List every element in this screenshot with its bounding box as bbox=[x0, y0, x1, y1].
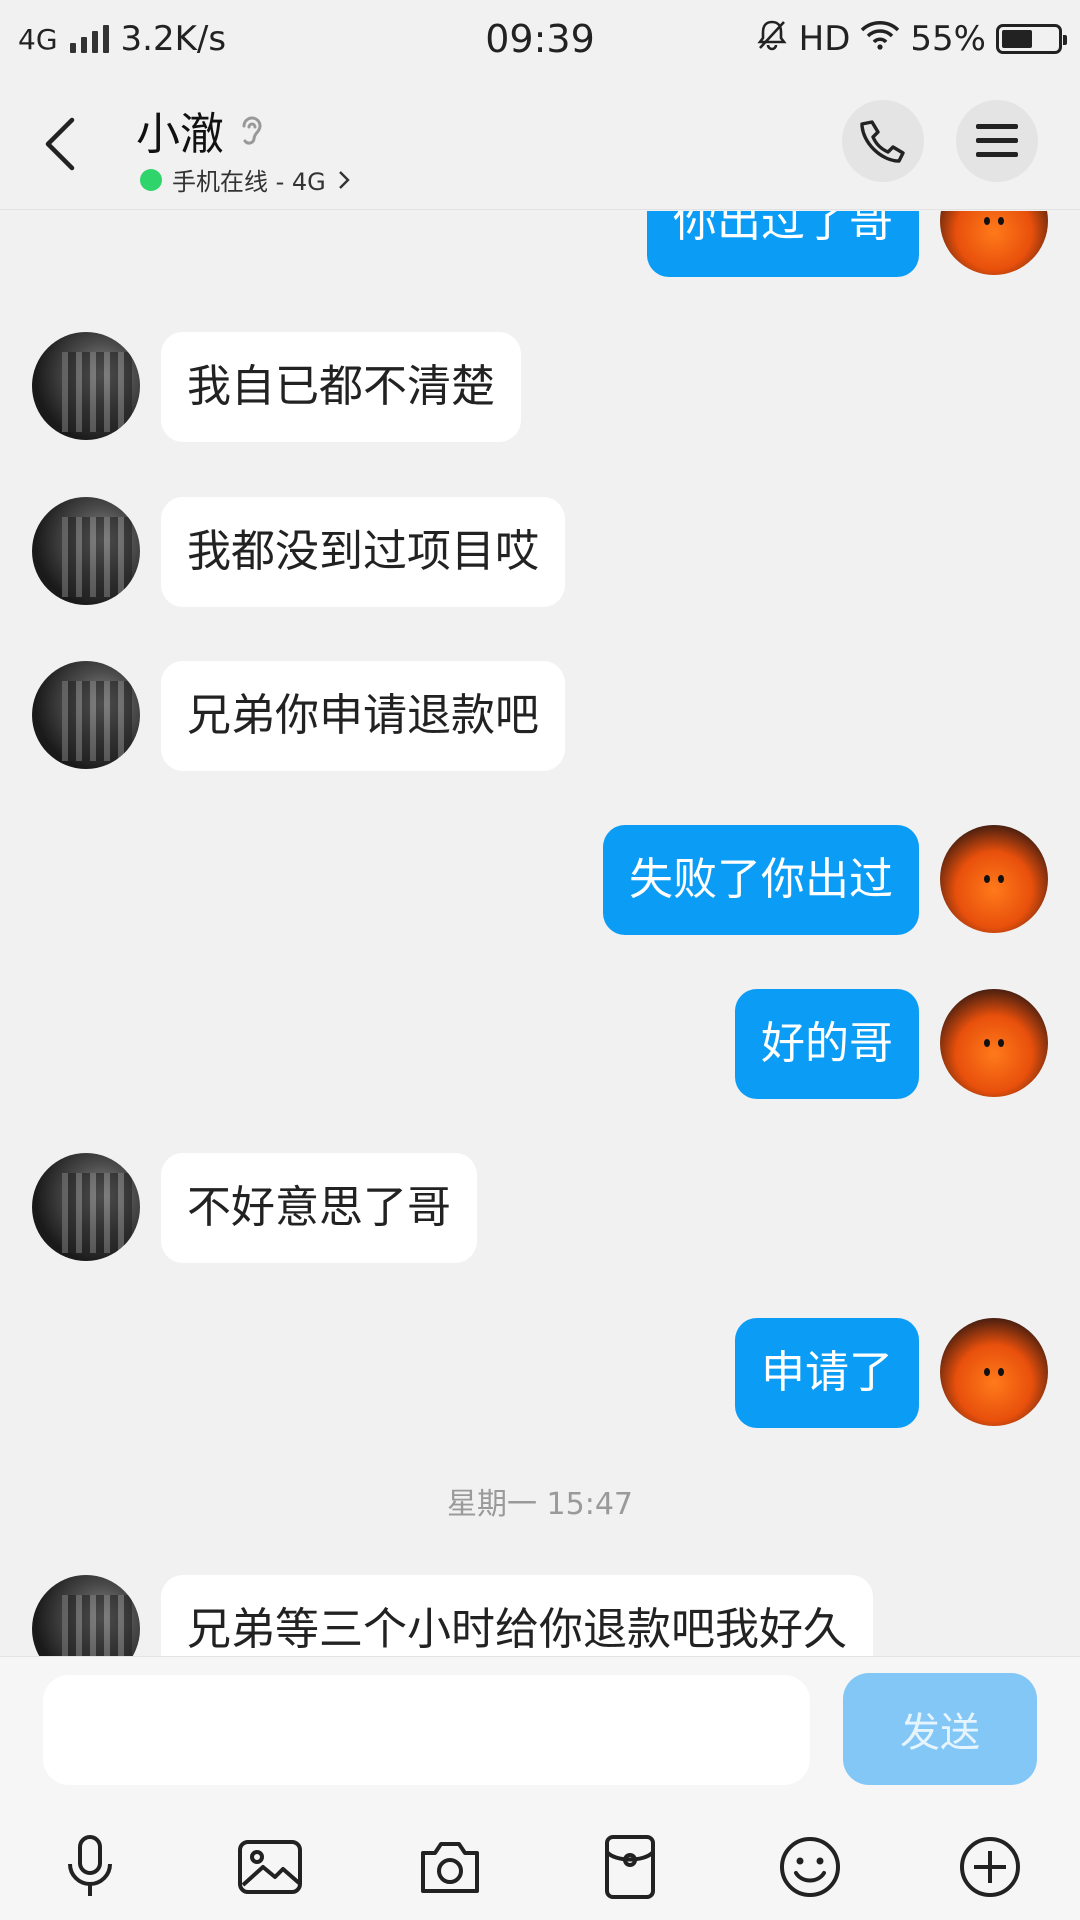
battery-fill bbox=[1002, 30, 1032, 48]
emoji-icon bbox=[780, 1837, 840, 1897]
online-dot-icon bbox=[140, 168, 162, 191]
phone-icon bbox=[860, 120, 905, 163]
network-speed: 3.2K/s bbox=[120, 19, 227, 59]
online-status[interactable]: 手机在线 - 4G bbox=[140, 162, 352, 197]
contact-avatar[interactable] bbox=[32, 1575, 140, 1656]
message-row: 你出过了哥 bbox=[0, 211, 1080, 277]
camera-icon bbox=[421, 1842, 479, 1893]
message-row: 申请了 bbox=[0, 1318, 1080, 1428]
message-bubble-outgoing[interactable]: 失败了你出过 bbox=[603, 825, 919, 935]
hamburger-icon bbox=[976, 124, 1018, 157]
message-bubble-outgoing[interactable]: 你出过了哥 bbox=[647, 211, 919, 277]
chevron-left-icon bbox=[45, 117, 75, 171]
network-type: 4G bbox=[18, 22, 58, 56]
my-avatar[interactable] bbox=[940, 825, 1048, 933]
message-bubble-incoming[interactable]: 不好意思了哥 bbox=[161, 1153, 477, 1263]
contact-avatar[interactable] bbox=[32, 1153, 140, 1261]
composer-toolbar bbox=[0, 1807, 1080, 1907]
my-avatar[interactable] bbox=[940, 1318, 1048, 1426]
message-input[interactable] bbox=[43, 1675, 810, 1785]
contact-avatar[interactable] bbox=[32, 661, 140, 769]
my-avatar[interactable] bbox=[940, 989, 1048, 1097]
voice-button[interactable] bbox=[50, 1827, 130, 1907]
wifi-icon bbox=[860, 19, 900, 59]
message-row: 我自已都不清楚 bbox=[0, 332, 1080, 442]
ear-icon bbox=[242, 116, 262, 145]
chevron-right-icon bbox=[338, 170, 350, 189]
emoji-button[interactable] bbox=[770, 1827, 850, 1907]
contact-title[interactable]: 小澈 bbox=[136, 98, 266, 162]
battery-icon bbox=[996, 24, 1067, 54]
red-packet-button[interactable] bbox=[590, 1827, 670, 1907]
mic-icon bbox=[68, 1835, 112, 1896]
chat-list[interactable]: 你出过了哥 我自已都不清楚 我都没到过项目哎 兄弟你申请退款吧 失败了你出过 好… bbox=[0, 211, 1080, 1656]
message-bubble-outgoing[interactable]: 好的哥 bbox=[735, 989, 919, 1099]
chat-header: 小澈 手机在线 - 4G bbox=[0, 78, 1080, 210]
message-row: 兄弟你申请退款吧 bbox=[0, 661, 1080, 771]
clock: 09:39 bbox=[485, 17, 595, 61]
more-button[interactable] bbox=[950, 1827, 1030, 1907]
plus-icon bbox=[960, 1837, 1020, 1897]
my-avatar[interactable] bbox=[940, 211, 1048, 275]
contact-avatar[interactable] bbox=[32, 332, 140, 440]
message-bubble-outgoing[interactable]: 申请了 bbox=[735, 1318, 919, 1428]
message-row: 不好意思了哥 bbox=[0, 1153, 1080, 1263]
message-row: 好的哥 bbox=[0, 989, 1080, 1099]
message-bubble-incoming[interactable]: 我都没到过项目哎 bbox=[161, 497, 565, 607]
camera-button[interactable] bbox=[410, 1827, 490, 1907]
image-button[interactable] bbox=[230, 1827, 310, 1907]
message-bubble-incoming[interactable]: 兄弟等三个小时给你退款吧我好久 bbox=[161, 1575, 873, 1656]
mute-bell-icon bbox=[755, 18, 789, 61]
status-right: HD 55% bbox=[642, 18, 1067, 61]
red-packet-icon bbox=[605, 1835, 655, 1899]
message-row: 失败了你出过 bbox=[0, 825, 1080, 935]
battery-percent: 55% bbox=[910, 19, 986, 59]
message-bubble-incoming[interactable]: 兄弟你申请退款吧 bbox=[161, 661, 565, 771]
send-button[interactable]: 发送 bbox=[843, 1673, 1037, 1785]
online-status-text: 手机在线 - 4G bbox=[172, 168, 326, 196]
composer-area: 发送 bbox=[0, 1656, 1080, 1920]
back-button[interactable] bbox=[30, 104, 90, 184]
message-row: 兄弟等三个小时给你退款吧我好久 bbox=[0, 1575, 1080, 1656]
image-icon bbox=[238, 1840, 302, 1894]
message-bubble-incoming[interactable]: 我自已都不清楚 bbox=[161, 332, 521, 442]
menu-button[interactable] bbox=[956, 100, 1038, 182]
message-timestamp: 星期一 15:47 bbox=[447, 1487, 633, 1522]
contact-name: 小澈 bbox=[136, 109, 224, 160]
status-bar: 4G 3.2K/s 09:39 HD 55% bbox=[0, 0, 1080, 78]
message-row: 我都没到过项目哎 bbox=[0, 497, 1080, 607]
signal-icon bbox=[69, 25, 109, 53]
hd-label: HD bbox=[798, 19, 851, 59]
call-button[interactable] bbox=[842, 100, 924, 182]
contact-avatar[interactable] bbox=[32, 497, 140, 605]
status-left: 4G 3.2K/s bbox=[18, 19, 438, 59]
